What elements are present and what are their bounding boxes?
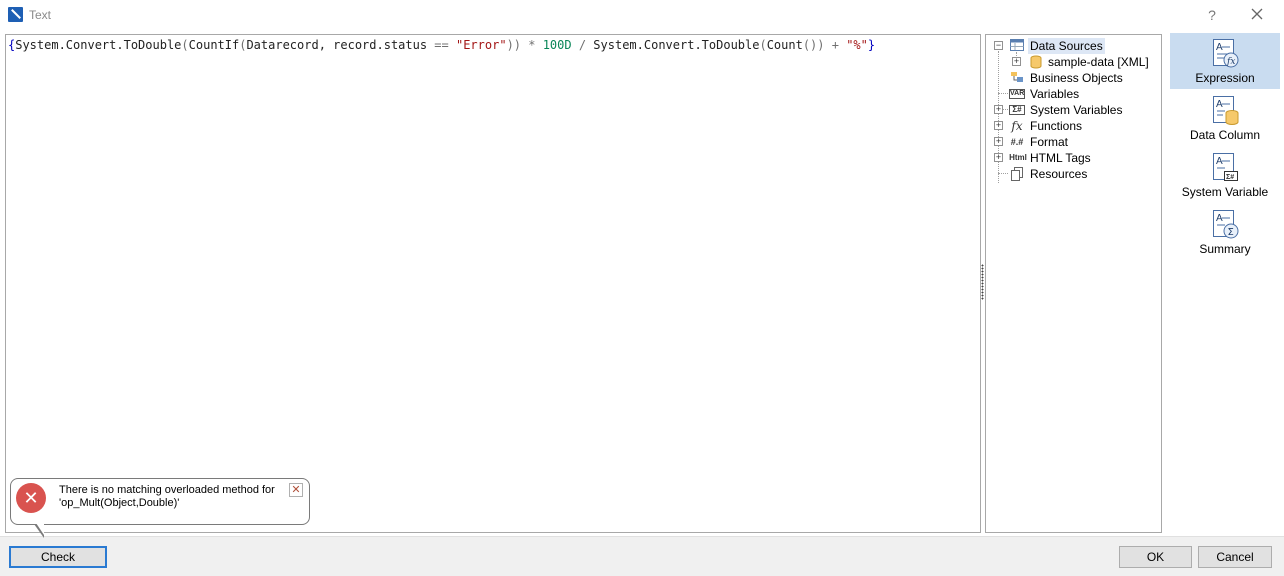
svg-text:fx: fx bbox=[1226, 57, 1235, 67]
token-args: Datarecord, record.status bbox=[246, 38, 428, 52]
expand-icon[interactable]: + bbox=[994, 105, 1003, 114]
token-number: 100D bbox=[542, 38, 572, 52]
token-operator: / bbox=[571, 38, 594, 52]
tree-item-format[interactable]: + #.# Format bbox=[986, 134, 1161, 150]
expand-icon[interactable]: + bbox=[994, 121, 1003, 130]
check-button[interactable]: Check bbox=[9, 546, 107, 568]
dictionary-tree: − Data Sources + sample-data [XML] Busin… bbox=[985, 34, 1162, 533]
collapse-icon[interactable]: − bbox=[994, 41, 1003, 50]
tree-item-label: sample-data [XML] bbox=[1048, 55, 1149, 69]
data-column-icon: A bbox=[1213, 96, 1239, 125]
dialog-footer: Check OK Cancel bbox=[0, 536, 1284, 576]
tree-item-html-tags[interactable]: + Html HTML Tags bbox=[986, 150, 1161, 166]
title-bar: Text ? bbox=[0, 0, 1284, 30]
close-icon bbox=[1251, 8, 1263, 20]
expression-editor[interactable]: {System.Convert.ToDouble(CountIf(Datarec… bbox=[5, 34, 981, 533]
tree-item-label: HTML Tags bbox=[1030, 151, 1091, 165]
svg-text:Σ: Σ bbox=[1228, 227, 1234, 238]
tree-item-resources[interactable]: Resources bbox=[986, 166, 1161, 182]
tree-item-label: Functions bbox=[1030, 119, 1083, 133]
svg-text:A: A bbox=[1216, 213, 1223, 224]
tree-item-label: Resources bbox=[1030, 167, 1088, 181]
data-column-button[interactable]: A Data Column bbox=[1170, 90, 1280, 146]
token-paren: ()) bbox=[802, 38, 825, 52]
expression-icon: Afx bbox=[1213, 39, 1239, 68]
business-objects-icon bbox=[1009, 71, 1025, 85]
token-operator: == bbox=[427, 38, 456, 52]
system-variables-icon: Σ# bbox=[1009, 105, 1025, 115]
resources-icon bbox=[1009, 167, 1025, 181]
error-icon: ✕ bbox=[16, 483, 46, 513]
tree-item-label: Variables bbox=[1030, 87, 1080, 101]
svg-text:A: A bbox=[1216, 42, 1223, 53]
tree-item-label: Format bbox=[1030, 135, 1069, 149]
database-icon bbox=[1028, 55, 1044, 69]
format-icon: #.# bbox=[1010, 137, 1024, 147]
expand-icon[interactable]: + bbox=[1012, 57, 1021, 66]
close-button[interactable] bbox=[1244, 3, 1270, 27]
window-title: Text bbox=[29, 8, 52, 22]
token-string: "%" bbox=[846, 38, 868, 52]
token-call: Count bbox=[766, 38, 803, 52]
token-paren: )) bbox=[506, 38, 522, 52]
svg-text:A: A bbox=[1216, 99, 1223, 110]
system-variable-icon: A Σ# bbox=[1213, 153, 1238, 181]
token-paren: ( bbox=[759, 38, 767, 52]
summary-label: Summary bbox=[1199, 242, 1251, 256]
token-paren: ( bbox=[181, 38, 189, 52]
expand-icon[interactable]: + bbox=[994, 153, 1003, 162]
splitter-handle[interactable] bbox=[981, 264, 984, 300]
tree-item-variables[interactable]: VAR Variables bbox=[986, 86, 1161, 102]
error-message: There is no matching overloaded method f… bbox=[59, 484, 284, 510]
tree-item-system-variables[interactable]: + Σ# System Variables bbox=[986, 102, 1161, 118]
token-string: "Error" bbox=[455, 38, 507, 52]
ok-button[interactable]: OK bbox=[1119, 546, 1192, 568]
token-operator: + bbox=[824, 38, 847, 52]
html-tags-icon: Html bbox=[1009, 153, 1027, 162]
error-message-line: 'op_Mult(Object,Double)' bbox=[59, 497, 180, 509]
svg-text:A: A bbox=[1216, 156, 1223, 167]
tree-item-business-objects[interactable]: Business Objects bbox=[986, 70, 1161, 86]
data-column-label: Data Column bbox=[1189, 128, 1261, 142]
tree-item-functions[interactable]: + fx Functions bbox=[986, 118, 1161, 134]
summary-icon: AΣ bbox=[1213, 210, 1239, 239]
token-call: CountIf bbox=[188, 38, 240, 52]
variables-icon: VAR bbox=[1009, 89, 1025, 99]
app-icon bbox=[8, 7, 23, 22]
insert-mode-panel: Afx Expression A Data Column A Σ# System … bbox=[1166, 30, 1284, 535]
tree-item-label: Data Sources bbox=[1028, 38, 1105, 54]
help-button[interactable]: ? bbox=[1200, 3, 1224, 27]
expression-button[interactable]: Afx Expression bbox=[1170, 33, 1280, 89]
cancel-button[interactable]: Cancel bbox=[1198, 546, 1272, 568]
tree-item-label: Business Objects bbox=[1030, 71, 1123, 85]
datasource-icon bbox=[1009, 39, 1025, 53]
balloon-tail bbox=[36, 523, 44, 535]
tree-item-label: System Variables bbox=[1030, 103, 1123, 117]
expression-label: Expression bbox=[1195, 71, 1255, 85]
tree-item-sample-data[interactable]: + sample-data [XML] bbox=[986, 54, 1161, 70]
token-call: System.Convert.ToDouble bbox=[15, 38, 182, 52]
token-operator: * bbox=[521, 38, 543, 52]
balloon-close-button[interactable]: ✕ bbox=[289, 483, 303, 497]
token-call: System.Convert.ToDouble bbox=[593, 38, 760, 52]
error-message-line: There is no matching overloaded method f… bbox=[59, 484, 275, 496]
summary-button[interactable]: AΣ Summary bbox=[1170, 204, 1280, 260]
functions-icon: fx bbox=[1011, 119, 1023, 133]
expand-icon[interactable]: + bbox=[994, 137, 1003, 146]
system-variable-button[interactable]: A Σ# System Variable bbox=[1170, 147, 1280, 203]
token-brace: } bbox=[867, 38, 876, 52]
system-variable-label: System Variable bbox=[1181, 185, 1269, 199]
svg-text:Σ#: Σ# bbox=[1226, 174, 1234, 181]
tree-item-data-sources[interactable]: − Data Sources bbox=[986, 38, 1161, 54]
